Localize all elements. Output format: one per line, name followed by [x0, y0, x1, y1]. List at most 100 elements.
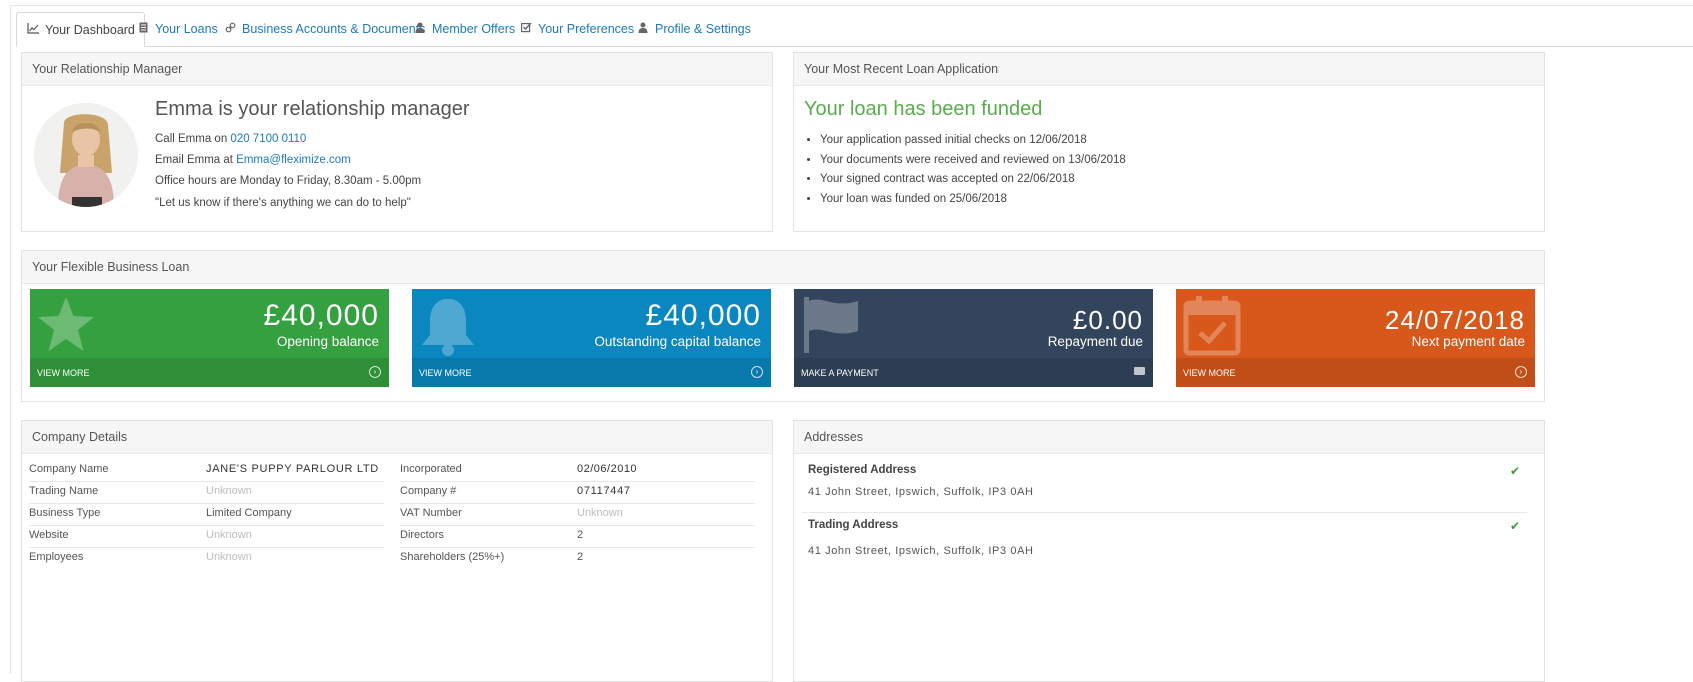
tile-label: Opening balance: [276, 334, 379, 349]
company-name-label: Company Name: [29, 463, 109, 475]
check-icon: ✔: [1509, 464, 1520, 478]
trading-address-title: Trading Address: [808, 519, 899, 531]
vat-number-label: VAT Number: [400, 507, 462, 519]
tile-value: £40,000: [645, 299, 761, 332]
tile-value: £40,000: [263, 299, 379, 332]
tile-outstanding-balance[interactable]: £40,000 Outstanding capital balance VIEW…: [412, 289, 771, 387]
row-divider: [29, 503, 384, 504]
company-number-value: 07117447: [577, 485, 631, 497]
panel-heading: Your Flexible Business Loan: [22, 251, 1544, 284]
registered-address-text: 41 John Street, Ipswich, Suffolk, IP3 0A…: [808, 486, 1034, 498]
tile-label: Repayment due: [1047, 334, 1143, 349]
trading-name-label: Trading Name: [29, 485, 99, 497]
tile-label: Next payment date: [1411, 334, 1525, 349]
calendar-icon: [1182, 295, 1242, 362]
footer-label: VIEW MORE: [1183, 367, 1236, 378]
relationship-manager-panel: Your Relationship Manager Emma is your r…: [21, 52, 773, 232]
row-divider: [400, 547, 755, 548]
flexible-loan-panel: Your Flexible Business Loan £40,000 Open…: [21, 250, 1545, 402]
directors-value: 2: [577, 529, 584, 541]
panel-heading: Your Relationship Manager: [22, 53, 772, 86]
row-divider: [29, 547, 384, 548]
panel-heading: Company Details: [22, 421, 772, 454]
loan-application-panel: Your Most Recent Loan Application Your l…: [793, 52, 1545, 232]
tile-next-payment-date[interactable]: 24/07/2018 Next payment date VIEW MORE ›: [1176, 289, 1535, 387]
company-number-label: Company #: [400, 485, 457, 497]
flag-icon: [800, 295, 862, 360]
footer-label: MAKE A PAYMENT: [801, 367, 879, 378]
tab-label: Your Dashboard: [45, 22, 135, 37]
employees-label: Employees: [29, 551, 84, 563]
avatar: [34, 103, 138, 207]
view-more-link[interactable]: VIEW MORE ›: [30, 358, 389, 387]
rm-phone-link[interactable]: 020 7100 0110: [230, 133, 306, 145]
vat-number-value: Unknown: [577, 507, 623, 519]
tab-your-preferences[interactable]: Your Preferences: [519, 12, 634, 46]
row-divider: [400, 503, 755, 504]
panel-heading: Your Most Recent Loan Application: [794, 53, 1544, 86]
tab-label: Business Accounts & Documents: [242, 22, 426, 36]
view-more-link[interactable]: VIEW MORE ›: [412, 358, 771, 387]
rm-title: Emma is your relationship manager: [155, 98, 470, 120]
incorporated-label: Incorporated: [400, 463, 462, 475]
user-icon: [413, 22, 427, 36]
rm-email-line: Email Emma at Emma@fleximize.com: [155, 154, 351, 166]
shareholders-value: 2: [577, 551, 584, 563]
rm-email-link[interactable]: Emma@fleximize.com: [236, 154, 351, 166]
list-item: Your signed contract was accepted on 22/…: [820, 170, 1126, 190]
row-divider: [400, 525, 755, 526]
tab-business-accounts-documents[interactable]: Business Accounts & Documents: [223, 12, 425, 46]
shareholders-label: Shareholders (25%+): [400, 551, 505, 563]
tab-label: Your Preferences: [538, 22, 635, 36]
checkbox-icon: [519, 22, 533, 36]
star-icon: [36, 295, 96, 358]
list-item: Your application passed initial checks o…: [820, 131, 1126, 151]
line-chart-icon: [26, 22, 40, 37]
trading-name-value: Unknown: [206, 485, 252, 497]
row-divider: [400, 481, 755, 482]
tab-your-loans[interactable]: Your Loans: [136, 12, 218, 46]
loan-steps-list: Your application passed initial checks o…: [804, 131, 1126, 209]
rm-phone-prefix: Call Emma on: [155, 133, 231, 145]
website-label: Website: [29, 529, 69, 541]
bell-icon: [418, 295, 478, 362]
credit-card-icon: [1134, 367, 1145, 375]
addresses-panel: Addresses Registered Address ✔ 41 John S…: [793, 420, 1545, 682]
directors-label: Directors: [400, 529, 445, 541]
rm-email-prefix: Email Emma at: [155, 154, 237, 166]
user-icon: [636, 22, 650, 36]
list-item: Your loan was funded on 25/06/2018: [820, 190, 1126, 210]
row-divider: [29, 481, 384, 482]
row-divider: [29, 525, 384, 526]
tab-your-dashboard[interactable]: Your Dashboard: [16, 12, 145, 47]
make-payment-link[interactable]: MAKE A PAYMENT: [794, 358, 1153, 387]
tab-label: Your Loans: [155, 22, 218, 36]
rm-quote: "Let us know if there's anything we can …: [155, 197, 411, 209]
company-details-panel: Company Details Company Name JANE'S PUPP…: [21, 420, 773, 682]
tile-opening-balance[interactable]: £40,000 Opening balance VIEW MORE ›: [30, 289, 389, 387]
tile-repayment-due[interactable]: £0.00 Repayment due MAKE A PAYMENT: [794, 289, 1153, 387]
website-value: Unknown: [206, 529, 252, 541]
link-icon: [223, 22, 237, 36]
incorporated-value: 02/06/2010: [577, 463, 638, 475]
arrow-circle-icon: ›: [1515, 366, 1527, 378]
company-name-value: JANE'S PUPPY PARLOUR LTD: [206, 463, 379, 475]
tab-bar: Your Dashboard Your Loans Business Accou…: [16, 12, 1693, 47]
tab-profile-settings[interactable]: Profile & Settings: [636, 12, 751, 46]
tile-label: Outstanding capital balance: [594, 334, 761, 349]
loan-status: Your loan has been funded: [804, 98, 1043, 120]
rm-office-hours: Office hours are Monday to Friday, 8.30a…: [155, 175, 422, 187]
footer-label: VIEW MORE: [419, 367, 472, 378]
panel-heading: Addresses: [794, 421, 1544, 454]
tab-member-offers[interactable]: Member Offers: [413, 12, 515, 46]
footer-label: VIEW MORE: [37, 367, 90, 378]
arrow-circle-icon: ›: [369, 366, 381, 378]
arrow-circle-icon: ›: [751, 366, 763, 378]
check-icon: ✔: [1509, 519, 1520, 533]
view-more-link[interactable]: VIEW MORE ›: [1176, 358, 1535, 387]
tile-value: 24/07/2018: [1384, 305, 1525, 335]
tile-value: £0.00: [1072, 305, 1143, 335]
rm-phone-line: Call Emma on 020 7100 0110: [155, 133, 306, 145]
registered-address-title: Registered Address: [808, 464, 917, 476]
document-icon: [136, 22, 150, 36]
